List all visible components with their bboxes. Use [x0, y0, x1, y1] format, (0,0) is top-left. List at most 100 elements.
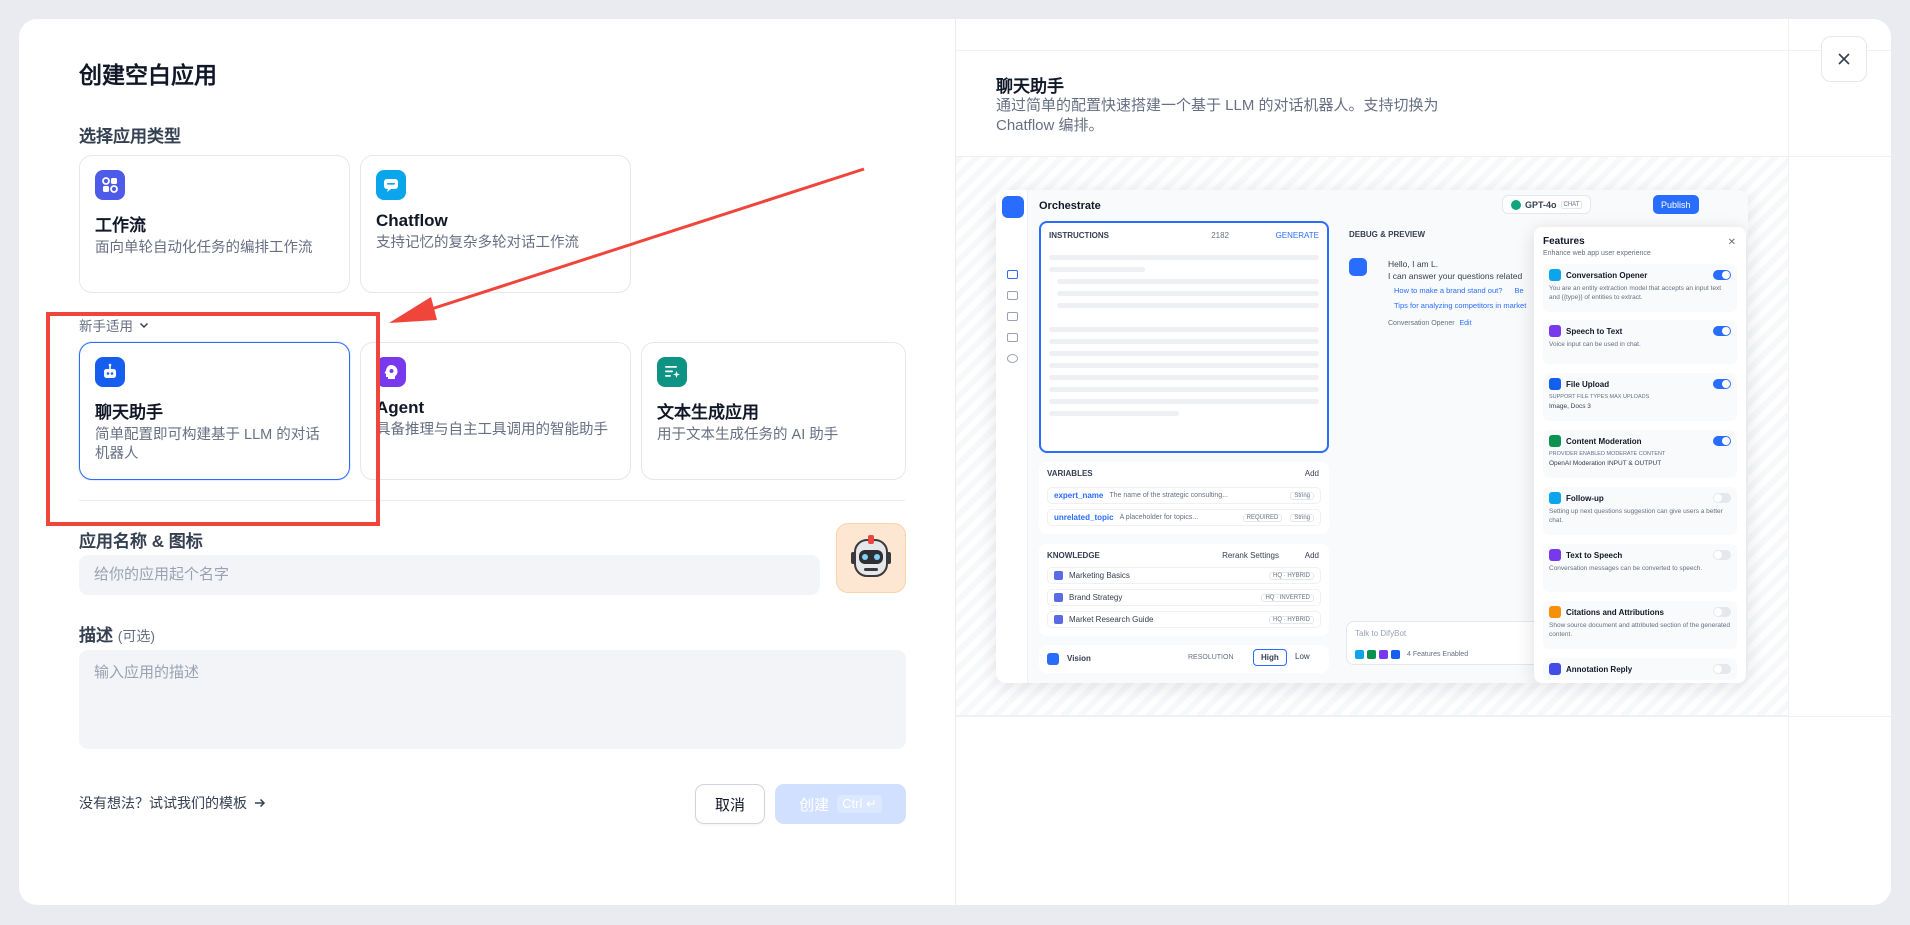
knowledge-row: Marketing Basics HQ · HYBRID: [1047, 567, 1321, 584]
variable-row: expert_name The name of the strategic co…: [1047, 487, 1321, 504]
orchestrate-icon: [1007, 270, 1018, 279]
desc-label: 描述 (可选): [79, 621, 155, 646]
variable-desc: A placeholder for topics...: [1119, 514, 1199, 521]
bot-avatar: [1349, 258, 1367, 276]
create-button[interactable]: 创建 Ctrl ↵: [775, 784, 906, 824]
feature-desc: Voice input can be used in chat.: [1549, 341, 1641, 348]
text-line: [1049, 375, 1319, 380]
close-button[interactable]: [1821, 36, 1867, 82]
features-enabled: 4 Features Enabled: [1355, 650, 1557, 659]
annotation-icon: [1549, 663, 1561, 675]
feature-name: Text to Speech: [1566, 550, 1623, 560]
variable-desc: The name of the strategic consulting...: [1109, 492, 1229, 499]
features-subtitle: Enhance web app user experience: [1543, 250, 1651, 257]
feature-value: Image, Docs 3: [1549, 403, 1591, 410]
feature-card: File Upload SUPPORT FILE TYPES MAX UPLOA…: [1543, 373, 1737, 421]
variables-section: VARIABLES Add expert_name The name of th…: [1039, 462, 1329, 534]
feature-toggle: [1713, 664, 1731, 674]
add-variable: Add: [1304, 469, 1319, 478]
token-count: 2182: [1211, 231, 1229, 240]
suggested-question-text: How to make a brand stand out?: [1394, 286, 1503, 295]
dataset-icon: [1054, 571, 1063, 580]
feature-card: Content Moderation PROVIDER ENABLED MODE…: [1543, 430, 1737, 478]
monitor-icon: [1007, 354, 1018, 363]
add-knowledge: Add: [1304, 551, 1319, 560]
feature-chip-icon: [1391, 650, 1400, 659]
desc-label-text: 描述: [79, 626, 113, 645]
feature-value: OpenAI Moderation INPUT & OUTPUT: [1549, 460, 1662, 467]
feature-desc: PROVIDER ENABLED MODERATE CONTENT: [1549, 451, 1666, 457]
followup-icon: [1549, 492, 1561, 504]
text-line: [1049, 363, 1319, 368]
feature-chip-icon: [1379, 650, 1388, 659]
text-line: [1057, 291, 1319, 296]
feature-toggle: [1713, 607, 1731, 617]
feature-toggle: [1713, 493, 1731, 503]
app-type-text-generation[interactable]: 文本生成应用 用于文本生成任务的 AI 助手: [641, 342, 906, 480]
suggested-question-cut: Be: [1514, 286, 1524, 295]
cancel-button[interactable]: 取消: [695, 784, 765, 824]
variable-type: String: [1290, 513, 1314, 522]
app-type-chatflow[interactable]: Chatflow 支持记忆的复杂多轮对话工作流: [360, 155, 631, 293]
knowledge-row: Brand Strategy HQ · INVERTED: [1047, 589, 1321, 606]
feature-desc: Show source document and attributed sect…: [1549, 622, 1731, 638]
grid-line: [1788, 19, 1789, 905]
text-generation-icon: [657, 357, 687, 387]
text-line: [1049, 255, 1319, 260]
feature-name: Conversation Opener: [1566, 270, 1648, 280]
agent-icon: [376, 357, 406, 387]
knowledge-name: Brand Strategy: [1069, 593, 1123, 602]
features-title: Features: [1543, 236, 1585, 247]
features-panel: Features Enhance web app user experience…: [1534, 227, 1746, 683]
knowledge-name: Market Research Guide: [1069, 615, 1154, 624]
highlight-box: [46, 312, 380, 526]
orchestrate-title: Orchestrate: [1039, 200, 1101, 212]
create-shortcut: Ctrl ↵: [837, 795, 882, 813]
generate-button: GENERATE: [1275, 231, 1319, 240]
opener-note-text: Conversation Opener: [1388, 320, 1455, 327]
publish-button: Publish: [1653, 195, 1699, 214]
text-line: [1049, 267, 1145, 272]
app-icon-picker[interactable]: [836, 523, 906, 593]
terminal-icon: [1007, 291, 1018, 300]
app-type-agent[interactable]: Agent 具备推理与自主工具调用的智能助手: [360, 342, 631, 480]
text-line: [1049, 327, 1319, 332]
feature-name: Citations and Attributions: [1566, 607, 1664, 617]
dataset-icon: [1054, 593, 1063, 602]
feature-card: Citations and Attributions Show source d…: [1543, 601, 1737, 649]
dataset-icon: [1054, 615, 1063, 624]
desc-optional: (可选): [117, 628, 156, 644]
feature-desc: You are an entity extraction model that …: [1549, 285, 1722, 301]
model-selector: GPT-4o CHAT: [1502, 195, 1592, 214]
app-name-label: 应用名称 & 图标: [79, 532, 203, 551]
chat-input: Talk to DifyBot 4 Features Enabled: [1346, 621, 1566, 665]
template-link[interactable]: 没有想法？试试我们的模板: [79, 793, 267, 813]
knowledge-section: KNOWLEDGE Rerank Settings Add Marketing …: [1039, 544, 1329, 636]
feature-desc: SUPPORT FILE TYPES MAX UPLOADS: [1549, 394, 1650, 400]
preview-sidebar: [996, 190, 1028, 683]
app-description-input[interactable]: 输入应用的描述: [79, 650, 906, 749]
feature-name: Speech to Text: [1566, 326, 1623, 336]
feature-chip-icon: [1367, 650, 1376, 659]
feature-desc: Conversation messages can be converted t…: [1549, 565, 1703, 572]
app-type-title: Chatflow: [376, 211, 448, 230]
create-form-panel: 创建空白应用 选择应用类型 工作流 面向单轮自动化任务的编排工作流 Chatfl…: [19, 19, 955, 905]
text-line: [1049, 411, 1179, 416]
moderation-icon: [1549, 435, 1561, 447]
app-type-desc: 面向单轮自动化任务的编排工作流: [95, 240, 313, 256]
text-line: [1049, 351, 1319, 356]
variable-row: unrelated_topic A placeholder for topics…: [1047, 509, 1321, 526]
variables-label: VARIABLES: [1047, 469, 1093, 478]
grid-line: [956, 50, 1891, 51]
create-label: 创建: [799, 796, 830, 814]
chat-placeholder: Talk to DifyBot: [1355, 629, 1407, 638]
feature-card: Annotation Reply: [1543, 658, 1737, 680]
variable-required: REQUIRED: [1242, 513, 1283, 522]
text-line: [1049, 399, 1319, 404]
feature-card: Text to Speech Conversation messages can…: [1543, 544, 1737, 592]
app-type-workflow[interactable]: 工作流 面向单轮自动化任务的编排工作流: [79, 155, 350, 293]
app-type-title: Agent: [376, 398, 425, 417]
app-name-input[interactable]: 给你的应用起个名字: [79, 555, 820, 595]
debug-preview-label: DEBUG & PREVIEW: [1349, 230, 1426, 239]
preview-screenshot: Orchestrate GPT-4o CHAT Publish INSTRUCT…: [996, 190, 1748, 683]
